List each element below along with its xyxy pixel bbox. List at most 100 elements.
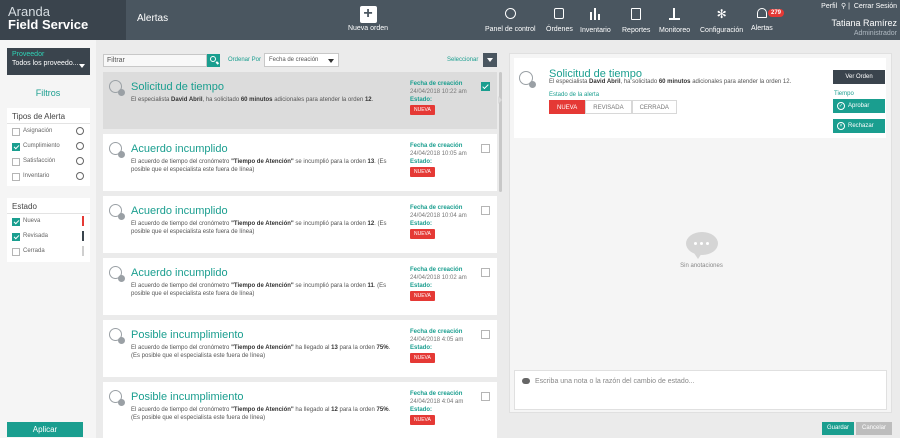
alert-clock-icon — [109, 328, 126, 345]
state-title: Estado — [7, 198, 90, 214]
checkbox[interactable] — [12, 248, 20, 256]
status-badge: NUEVA — [410, 105, 435, 115]
alert-detail-panel: Solicitud de tiempo El especialista Davi… — [509, 53, 892, 413]
approve-label: Aprobar — [848, 103, 870, 109]
state-label: Estado: — [410, 407, 433, 413]
checkbox[interactable] — [12, 128, 20, 136]
satisfaction-icon — [76, 157, 84, 165]
inventory-icon — [589, 8, 602, 20]
nav-monitor[interactable]: Monitoreo — [659, 8, 690, 34]
nav-dashboard[interactable]: Panel de control — [485, 8, 536, 33]
save-button[interactable]: Guardar — [822, 422, 854, 435]
alert-card[interactable]: Posible incumplimiento El acuerdo de tie… — [103, 382, 497, 438]
view-order-button[interactable]: Ver Orden — [833, 70, 885, 84]
new-order-button[interactable]: + Nueva orden — [346, 6, 390, 33]
alert-card[interactable]: Posible incumplimiento El acuerdo de tie… — [103, 320, 497, 377]
state-cerrada-button[interactable]: CERRADA — [631, 100, 677, 114]
alert-card[interactable]: Solicitud de tiempo El especialista Davi… — [103, 72, 497, 129]
alert-date: 24/04/2018 10:04 am — [410, 213, 467, 219]
alert-checkbox[interactable] — [481, 268, 490, 277]
list-scrollbar[interactable] — [499, 72, 502, 192]
filter-input[interactable]: Filtrar — [103, 54, 207, 67]
alert-date: 24/04/2018 10:05 am — [410, 151, 467, 157]
checkbox[interactable] — [12, 173, 20, 181]
filter-type-satisfaccion[interactable]: Satisfacción — [7, 154, 90, 169]
alert-card[interactable]: Acuerdo incumplido El acuerdo de tiempo … — [103, 258, 497, 315]
select-link[interactable]: Seleccionar — [447, 57, 478, 63]
state-color-bar — [82, 231, 84, 241]
gear-icon: ✻ — [716, 7, 727, 21]
nav-settings[interactable]: ✻ Configuración — [700, 8, 743, 34]
filter-label: Asignación — [23, 128, 53, 134]
sort-value: Fecha de creación — [269, 57, 319, 63]
date-label: Fecha de creación — [410, 81, 463, 87]
nav-orders[interactable]: Órdenes — [546, 8, 573, 33]
nav-inventory[interactable]: Inventario — [580, 8, 611, 34]
nav-reports[interactable]: Reportes — [622, 8, 650, 34]
checkbox[interactable] — [12, 218, 20, 226]
alert-description: El acuerdo de tiempo del cronómetro "Tie… — [131, 345, 391, 359]
note-input[interactable]: Escriba una nota o la razón del cambio d… — [514, 370, 887, 410]
reject-button[interactable]: × Rechazar — [833, 119, 885, 133]
alert-title: Acuerdo incumplido — [131, 143, 228, 155]
alert-card[interactable]: Acuerdo incumplido El acuerdo de tiempo … — [103, 134, 497, 191]
brand-logo[interactable]: Aranda Field Service — [0, 0, 126, 40]
checkbox[interactable] — [12, 158, 20, 166]
nav-label: Configuración — [700, 27, 744, 34]
alert-list: Solicitud de tiempo El especialista Davi… — [103, 72, 497, 438]
alert-state-selector: NUEVA REVISADA CERRADA — [549, 100, 677, 114]
orders-icon — [554, 8, 565, 19]
empty-annotations: Sin anotaciones — [510, 232, 893, 269]
checkbox[interactable] — [12, 233, 20, 241]
page-title: Alertas — [137, 13, 169, 24]
state-label: Estado: — [410, 97, 433, 103]
filter-state-cerrada[interactable]: Cerrada — [7, 244, 90, 259]
select-dropdown-button[interactable] — [483, 53, 497, 67]
alert-date: 24/04/2018 10:02 am — [410, 275, 467, 281]
sort-label: Ordenar Por — [228, 57, 262, 63]
search-button[interactable] — [207, 54, 220, 67]
alert-state-title: Estado de la alerta — [549, 92, 600, 98]
sort-select[interactable]: Fecha de creación — [264, 53, 339, 67]
alert-checkbox[interactable] — [481, 144, 490, 153]
state-label: Estado: — [410, 345, 433, 351]
approve-button[interactable]: ✓ Aprobar — [833, 99, 885, 113]
alert-types-title: Tipos de Alerta — [7, 108, 90, 124]
comment-icon — [522, 378, 530, 384]
selection-arrow-icon — [498, 96, 502, 104]
reject-label: Rechazar — [848, 123, 874, 129]
alert-checkbox[interactable] — [481, 206, 490, 215]
cancel-button[interactable]: Cancelar — [856, 422, 892, 435]
filter-type-inventario[interactable]: Inventario — [7, 169, 90, 184]
alert-title: Posible incumplimiento — [131, 391, 244, 403]
filter-label: Cumplimiento — [23, 143, 60, 149]
checkbox[interactable] — [12, 143, 20, 151]
provider-label: Proveedor — [12, 51, 45, 58]
alert-card[interactable]: Acuerdo incumplido El acuerdo de tiempo … — [103, 196, 497, 253]
provider-dropdown[interactable]: Proveedor Todos los proveedo... — [7, 48, 90, 75]
alert-description: El acuerdo de tiempo del cronómetro "Tie… — [131, 159, 387, 173]
filter-type-asignacion[interactable]: Asignación — [7, 124, 90, 139]
filter-type-cumplimiento[interactable]: Cumplimiento — [7, 139, 90, 154]
alert-checkbox[interactable] — [481, 392, 490, 401]
filter-state-nueva[interactable]: Nueva — [7, 214, 90, 229]
logout-link[interactable]: Cerrar Sesión — [854, 3, 897, 10]
alert-checkbox[interactable] — [481, 330, 490, 339]
apply-button[interactable]: Aplicar — [7, 422, 83, 437]
plus-icon: + — [359, 6, 377, 23]
filter-label: Inventario — [23, 173, 50, 179]
profile-link[interactable]: Perfil — [821, 3, 837, 10]
alert-meta: Fecha de creación 24/04/2018 10:05 am Es… — [410, 142, 467, 177]
filter-label: Nueva — [23, 218, 41, 224]
alert-date: 24/04/2018 10:22 am — [410, 89, 467, 95]
date-label: Fecha de creación — [410, 329, 463, 335]
status-badge: NUEVA — [410, 291, 435, 301]
alert-checkbox[interactable] — [481, 82, 490, 91]
time-label: Tiempo — [834, 91, 854, 97]
filter-state-revisada[interactable]: Revisada — [7, 229, 90, 244]
new-order-label: Nueva orden — [347, 25, 389, 32]
state-section: Estado Nueva Revisada Cerrada — [7, 198, 90, 262]
state-revisada-button[interactable]: REVISADA — [585, 100, 632, 114]
status-badge: NUEVA — [410, 167, 435, 177]
state-nueva-button[interactable]: NUEVA — [549, 100, 586, 114]
